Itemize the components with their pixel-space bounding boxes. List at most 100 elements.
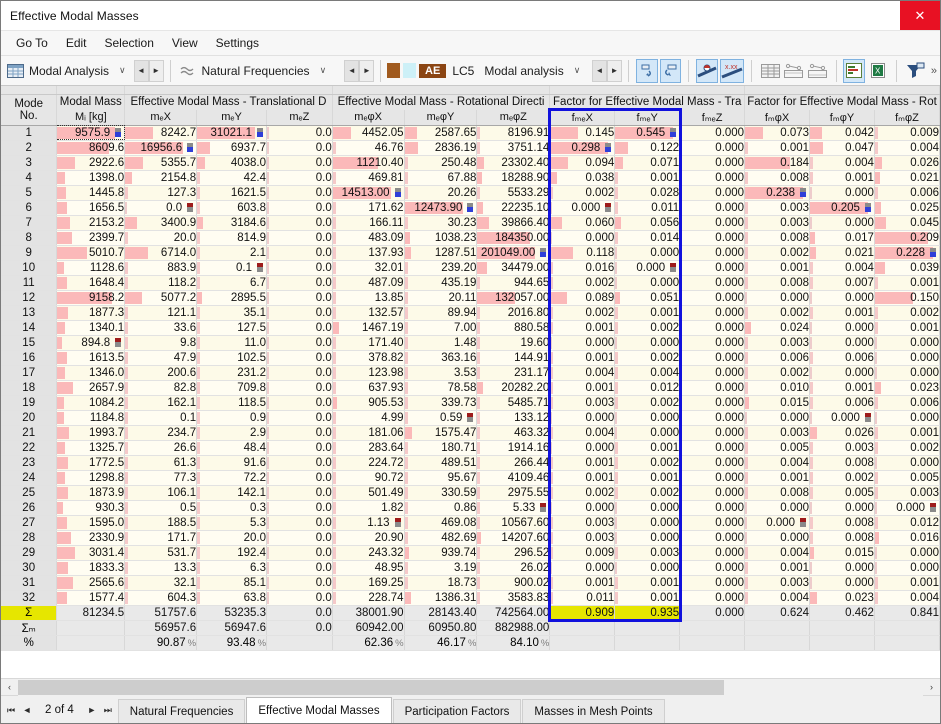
cell-mepZ[interactable]: 144.91 <box>477 350 550 365</box>
cell-mepX[interactable]: 14513.00 <box>332 185 404 200</box>
cell-fmeZ[interactable]: 0.000 <box>680 545 745 560</box>
cell-meZ[interactable]: 0.0 <box>267 485 333 500</box>
cell-mi[interactable]: 2657.9 <box>57 380 125 395</box>
cell-mepX[interactable]: 228.74 <box>332 590 404 605</box>
cell-fmeX[interactable]: 0.000 <box>550 410 615 425</box>
cell-mi[interactable]: 1325.7 <box>57 440 125 455</box>
cell-fmeZ[interactable]: 0.000 <box>680 305 745 320</box>
cell-fmpX[interactable]: 0.184 <box>745 155 810 170</box>
cell-fmeX[interactable]: 0.298 <box>550 140 615 155</box>
toolbar-overflow-button[interactable]: » <box>931 65 937 77</box>
cell-fmeY[interactable]: 0.002 <box>615 485 680 500</box>
col-header-fmpY[interactable]: fₘφY <box>810 110 875 125</box>
cell-mepZ[interactable]: 39866.40 <box>477 215 550 230</box>
cell-meX[interactable]: 6714.0 <box>125 245 197 260</box>
cell-mepY[interactable]: 482.69 <box>404 530 477 545</box>
cell-fmpX[interactable]: 0.001 <box>745 560 810 575</box>
cell-mepZ[interactable]: 133.12 <box>477 410 550 425</box>
first-page-icon[interactable]: ⏮ <box>3 705 19 716</box>
cell-fmeY[interactable]: 0.002 <box>615 395 680 410</box>
cell-fmpZ[interactable]: 0.000 <box>874 455 939 470</box>
cell-meY[interactable]: 142.1 <box>197 485 267 500</box>
cell-mepZ[interactable]: 944.65 <box>477 275 550 290</box>
cell-mi[interactable]: 1128.6 <box>57 260 125 275</box>
cell-mepY[interactable]: 339.73 <box>404 395 477 410</box>
cell-meZ[interactable]: 0.0 <box>267 425 333 440</box>
table-row[interactable]: 251873.9106.1142.10.0501.49330.592975.55… <box>1 485 940 500</box>
cell-meY[interactable]: 231.2 <box>197 365 267 380</box>
group-eff-modal-mass-rotational[interactable]: Effective Modal Mass - Rotational Direct… <box>332 94 550 110</box>
cell-fmpY[interactable]: 0.015 <box>810 545 875 560</box>
row-header-mode-no[interactable]: 16 <box>1 350 57 365</box>
cell-fmpZ[interactable]: 0.000 <box>874 350 939 365</box>
row-header-mode-no[interactable]: 1 <box>1 125 57 140</box>
cell-fmeY[interactable]: 0.000 <box>615 260 680 275</box>
cell-fmpY[interactable]: 0.000 <box>810 560 875 575</box>
row-header-mode-no[interactable]: 31 <box>1 575 57 590</box>
cell-fmeY[interactable]: 0.011 <box>615 200 680 215</box>
cell-meX[interactable]: 32.1 <box>125 575 197 590</box>
cell-mi[interactable]: 894.8 <box>57 335 125 350</box>
cell-mi[interactable]: 1873.9 <box>57 485 125 500</box>
cell-mepX[interactable]: 469.81 <box>332 170 404 185</box>
cell-mepZ[interactable]: 8196.91 <box>477 125 550 140</box>
table-row[interactable]: 271595.0188.55.30.01.13469.0810567.600.0… <box>1 515 940 530</box>
cell-fmpY[interactable]: 0.001 <box>810 170 875 185</box>
cell-fmeY[interactable]: 0.004 <box>615 365 680 380</box>
cell-fmeX[interactable]: 0.000 <box>550 200 615 215</box>
cell-fmpZ[interactable]: 0.001 <box>874 275 939 290</box>
cell-meZ[interactable]: 0.0 <box>267 455 333 470</box>
tab-natural-frequencies[interactable]: Natural Frequencies <box>118 699 246 723</box>
cell-mepZ[interactable]: 23302.40 <box>477 155 550 170</box>
cell-fmeX[interactable]: 0.000 <box>550 335 615 350</box>
cell-meX[interactable]: 0.1 <box>125 410 197 425</box>
cell-fmeX[interactable]: 0.001 <box>550 575 615 590</box>
cell-mi[interactable]: 3031.4 <box>57 545 125 560</box>
col-header-mi[interactable]: Mᵢ [kg] <box>57 110 125 125</box>
next-page-icon[interactable]: ► <box>84 705 100 715</box>
cell-fmeX[interactable]: 0.001 <box>550 320 615 335</box>
table-row[interactable]: 101128.6883.90.10.032.01239.2034479.000.… <box>1 260 940 275</box>
cell-meZ[interactable]: 0.0 <box>267 140 333 155</box>
row-header-mode-no[interactable]: 11 <box>1 275 57 290</box>
select-in-table-icon[interactable] <box>660 59 682 83</box>
table-row[interactable]: 61656.50.0603.80.0171.6212473.9022235.10… <box>1 200 940 215</box>
cell-fmpZ[interactable]: 0.004 <box>874 590 939 605</box>
cell-mepX[interactable]: 90.72 <box>332 470 404 485</box>
cell-fmpX[interactable]: 0.005 <box>745 440 810 455</box>
cell-meZ[interactable]: 0.0 <box>267 335 333 350</box>
table-row[interactable]: 82399.720.0814.90.0483.091038.23184350.0… <box>1 230 940 245</box>
cell-meY[interactable]: 4038.0 <box>197 155 267 170</box>
table-insert-above-icon[interactable] <box>783 59 805 83</box>
cell-fmeX[interactable]: 0.004 <box>550 425 615 440</box>
cell-fmpY[interactable]: 0.000 <box>810 185 875 200</box>
cell-mepX[interactable]: 487.09 <box>332 275 404 290</box>
cell-fmeY[interactable]: 0.545 <box>615 125 680 140</box>
analysis-next-button[interactable]: ► <box>149 60 164 82</box>
cell-mepZ[interactable]: 231.17 <box>477 365 550 380</box>
cell-meX[interactable]: 121.1 <box>125 305 197 320</box>
cell-mepY[interactable]: 2836.19 <box>404 140 477 155</box>
cell-fmpX[interactable]: 0.000 <box>745 410 810 425</box>
cell-fmpZ[interactable]: 0.150 <box>874 290 939 305</box>
cell-fmeX[interactable]: 0.000 <box>550 500 615 515</box>
cell-fmeZ[interactable]: 0.000 <box>680 290 745 305</box>
table-row[interactable]: 312565.632.185.10.0169.2518.73900.020.00… <box>1 575 940 590</box>
cell-fmpY[interactable]: 0.000 <box>810 410 875 425</box>
row-header-mode-no[interactable]: 25 <box>1 485 57 500</box>
cell-fmpZ[interactable]: 0.012 <box>874 515 939 530</box>
cell-fmeY[interactable]: 0.000 <box>615 275 680 290</box>
cell-fmeZ[interactable]: 0.000 <box>680 500 745 515</box>
cell-fmeY[interactable]: 0.000 <box>615 245 680 260</box>
cell-mepY[interactable]: 239.20 <box>404 260 477 275</box>
cell-mepY[interactable]: 18.73 <box>404 575 477 590</box>
cell-fmeY[interactable]: 0.000 <box>615 410 680 425</box>
table-row[interactable]: 282330.9171.720.00.020.90482.6914207.600… <box>1 530 940 545</box>
cell-meX[interactable]: 118.2 <box>125 275 197 290</box>
cell-meZ[interactable]: 0.0 <box>267 380 333 395</box>
cell-mepY[interactable]: 363.16 <box>404 350 477 365</box>
cell-meY[interactable]: 6937.7 <box>197 140 267 155</box>
cell-fmeY[interactable]: 0.001 <box>615 575 680 590</box>
row-header-mode-no[interactable]: 9 <box>1 245 57 260</box>
cell-meX[interactable]: 188.5 <box>125 515 197 530</box>
